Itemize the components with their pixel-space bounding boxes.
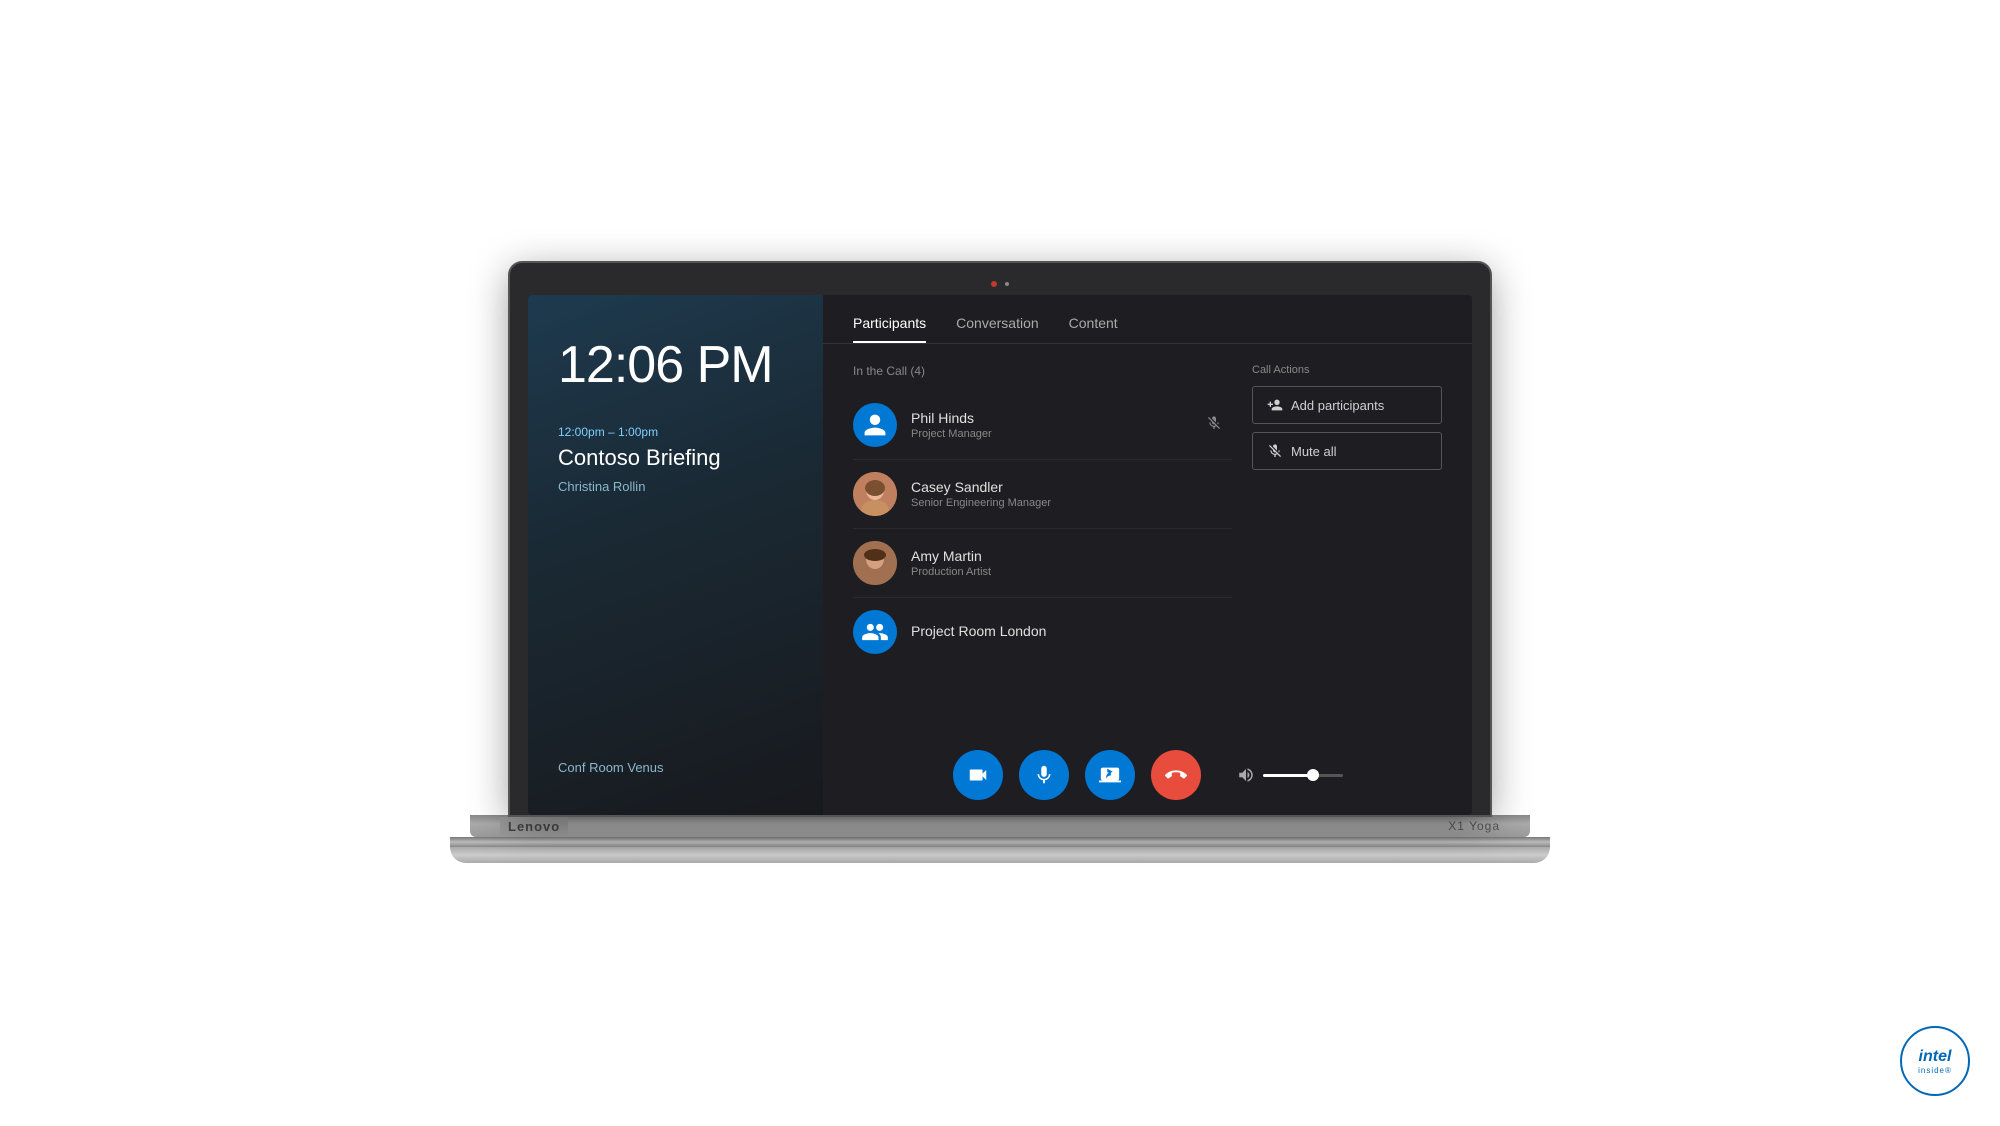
add-person-icon [1267, 397, 1283, 413]
participant-info-amy: Amy Martin Production Artist [911, 548, 1232, 578]
person-icon [862, 412, 888, 438]
participant-role: Production Artist [911, 566, 1232, 578]
participant-role: Project Manager [911, 428, 1232, 440]
screen: 12:06 PM 12:00pm – 1:00pm Contoso Briefi… [528, 295, 1472, 815]
participant-item: Phil Hinds Project Manager [853, 393, 1232, 457]
volume-thumb [1307, 769, 1319, 781]
participant-info-casey: Casey Sandler Senior Engineering Manager [911, 479, 1232, 509]
screen-bezel: 12:06 PM 12:00pm – 1:00pm Contoso Briefi… [510, 263, 1490, 815]
mic-muted-icon [1206, 415, 1222, 436]
add-participants-button[interactable]: Add participants [1252, 386, 1442, 424]
avatar-amy-martin [853, 541, 897, 585]
right-panel: Participants Conversation Content [823, 295, 1472, 815]
divider [853, 528, 1232, 529]
tab-participants[interactable]: Participants [853, 315, 926, 343]
participant-item: Casey Sandler Senior Engineering Manager [853, 462, 1232, 526]
video-button[interactable] [953, 750, 1003, 800]
participant-name: Phil Hinds [911, 410, 1232, 426]
participant-name: Project Room London [911, 623, 1232, 639]
call-controls [823, 735, 1472, 815]
mic-button[interactable] [1019, 750, 1069, 800]
hangup-icon [1165, 764, 1187, 786]
volume-track[interactable] [1263, 774, 1343, 777]
intel-badge: intel inside® [1900, 1026, 1970, 1096]
volume-icon [1237, 766, 1255, 784]
camera-bar [528, 281, 1472, 295]
casey-avatar-graphic [853, 472, 897, 516]
room-name: Conf Room Venus [558, 760, 793, 775]
intel-inside-text: inside® [1918, 1066, 1952, 1075]
volume-fill [1263, 774, 1311, 777]
participant-info-phil: Phil Hinds Project Manager [911, 410, 1232, 440]
divider [853, 597, 1232, 598]
participants-section: In the Call (4) Phil Hinds [853, 364, 1232, 715]
laptop-base: Lenovo X1 Yoga [470, 815, 1530, 837]
video-icon [967, 764, 989, 786]
keyboard-base [450, 847, 1550, 863]
participant-item: Amy Martin Production Artist [853, 531, 1232, 595]
avatar-casey-sandler [853, 472, 897, 516]
hangup-button[interactable] [1151, 750, 1201, 800]
meeting-time-range: 12:00pm – 1:00pm [558, 425, 793, 439]
group-icon [861, 618, 889, 646]
amy-avatar-graphic [853, 541, 897, 585]
participant-info-room: Project Room London [911, 623, 1232, 641]
screen-share-icon [1099, 764, 1121, 786]
camera-light [1005, 282, 1009, 286]
yoga-model-label: X1 Yoga [1448, 819, 1500, 833]
laptop-device: 12:06 PM 12:00pm – 1:00pm Contoso Briefi… [450, 263, 1550, 863]
lenovo-logo: Lenovo [500, 817, 568, 836]
avatar-project-room [853, 610, 897, 654]
call-actions-panel: Call Actions Add participants [1252, 364, 1442, 715]
camera-dot [991, 281, 997, 287]
left-panel: 12:06 PM 12:00pm – 1:00pm Contoso Briefi… [528, 295, 823, 815]
share-screen-button[interactable] [1085, 750, 1135, 800]
clock-display: 12:06 PM [558, 335, 793, 395]
mute-all-label: Mute all [1291, 444, 1337, 459]
tab-conversation[interactable]: Conversation [956, 315, 1039, 343]
call-actions-label: Call Actions [1252, 364, 1442, 376]
tab-content[interactable]: Content [1069, 315, 1118, 343]
meeting-title: Contoso Briefing [558, 445, 793, 471]
microphone-icon [1033, 764, 1055, 786]
participant-name: Casey Sandler [911, 479, 1232, 495]
laptop-hinge [450, 837, 1550, 847]
participant-name: Amy Martin [911, 548, 1232, 564]
avatar-phil-hinds [853, 403, 897, 447]
meeting-organizer: Christina Rollin [558, 479, 793, 494]
mute-all-button[interactable]: Mute all [1252, 432, 1442, 470]
tab-bar: Participants Conversation Content [823, 295, 1472, 344]
participant-item: Project Room London [853, 600, 1232, 664]
intel-logo-text: intel [1919, 1048, 1952, 1066]
participant-role: Senior Engineering Manager [911, 497, 1232, 509]
divider [853, 459, 1232, 460]
add-participants-label: Add participants [1291, 398, 1384, 413]
content-area: In the Call (4) Phil Hinds [823, 344, 1472, 735]
volume-control [1237, 766, 1343, 784]
mute-icon [1267, 443, 1283, 459]
in-call-label: In the Call (4) [853, 364, 1232, 378]
